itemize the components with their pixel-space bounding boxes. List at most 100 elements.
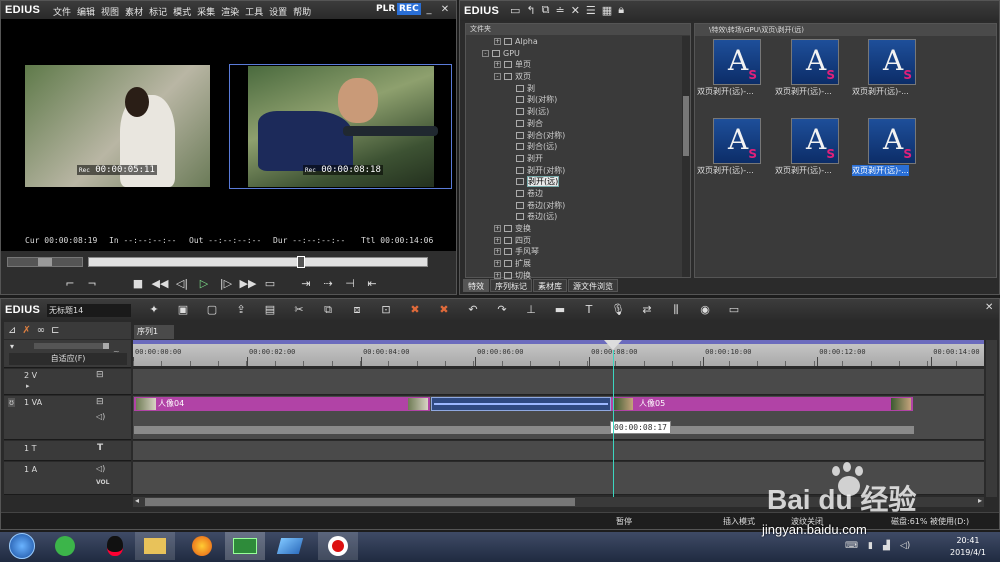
tree-item[interactable]: 剥合 <box>466 118 681 130</box>
effect-thumb-label[interactable]: 双页剥开(远)-... <box>852 165 909 176</box>
view-icon[interactable]: ▭ <box>726 302 742 318</box>
tree-item[interactable]: 卷边(对称) <box>466 200 681 212</box>
menu-item-0[interactable]: 文件 <box>53 8 71 18</box>
audio-mixer-icon[interactable]: ⫼ <box>668 302 684 318</box>
insert-icon[interactable]: ⇥ <box>297 275 315 291</box>
minimize-button[interactable]: _ <box>422 2 436 16</box>
effect-thumb[interactable]: AS <box>868 118 916 164</box>
track-head-1va[interactable]: ʊ 1 VA ⊟ ◁) <box>4 396 131 440</box>
marker-icon[interactable]: ▬ <box>552 302 568 318</box>
tree-item[interactable]: 剥 <box>466 83 681 95</box>
track-tool-2-icon[interactable]: ✗ <box>22 325 30 336</box>
sync-icon[interactable]: ⊏ <box>51 325 59 336</box>
lock-icon[interactable]: 🔒︎ <box>618 3 624 17</box>
timeline-scrollbar[interactable]: ◂ ▸ <box>133 496 984 507</box>
tree-item[interactable]: + 四页 <box>466 235 681 247</box>
audio-clip-bar[interactable] <box>134 426 914 434</box>
menu-item-1[interactable]: 编辑 <box>77 8 95 18</box>
effect-thumb-label[interactable]: 双页剥开(远)-... <box>697 165 754 176</box>
folder-icon[interactable]: ▭ <box>510 3 520 17</box>
track-tool-1-icon[interactable]: ⊿ <box>8 325 16 336</box>
trim-icon[interactable]: ⊣ <box>341 275 359 291</box>
delete-icon[interactable]: ✖ <box>407 302 423 318</box>
menu-item-6[interactable]: 采集 <box>197 8 215 18</box>
view-icon[interactable]: ▦ <box>602 3 612 17</box>
properties-icon[interactable]: ☰ <box>586 3 596 17</box>
split-icon[interactable]: ⊥ <box>523 302 539 318</box>
track-1t[interactable] <box>133 441 984 461</box>
tree-item[interactable]: + 变换 <box>466 223 681 235</box>
taskbar-recorder[interactable] <box>318 532 358 560</box>
export-icon[interactable]: ⇤ <box>363 275 381 291</box>
taskbar-explorer[interactable] <box>135 532 175 560</box>
menu-item-3[interactable]: 素材 <box>125 8 143 18</box>
tray-battery-icon[interactable]: ▮ <box>868 541 873 551</box>
track-2v[interactable] <box>133 369 984 395</box>
effect-thumb[interactable]: AS <box>868 39 916 85</box>
menu-item-9[interactable]: 设置 <box>269 8 287 18</box>
timeline-vscrollbar[interactable] <box>986 340 997 497</box>
expand-icon[interactable]: + <box>494 271 501 279</box>
timeline-ruler[interactable]: 00:00:00:00 00:00:02:00 00:00:04:00 00:00:0… <box>133 340 984 366</box>
mic-icon[interactable]: 🎙︎ <box>610 302 626 318</box>
copy-icon[interactable]: ⧉ <box>542 3 550 17</box>
new-icon[interactable]: ▢ <box>204 302 220 318</box>
tree-item[interactable]: + Alpha <box>466 36 681 48</box>
open-icon[interactable]: ⇪ <box>233 302 249 318</box>
overwrite-icon[interactable]: ⇢ <box>319 275 337 291</box>
scrub-bar[interactable] <box>88 256 428 268</box>
source-preview[interactable]: Rec 00:00:05:11 <box>25 65 210 187</box>
taskbar-edius[interactable] <box>225 532 265 560</box>
track-1va-icon[interactable]: ⊟ <box>96 397 104 407</box>
stop-icon[interactable]: ■ <box>129 275 147 291</box>
lock-track-icon[interactable]: ▾ <box>10 342 14 351</box>
track-1va-sync-icon[interactable]: ʊ <box>8 398 15 407</box>
tree-item[interactable]: + 单页 <box>466 59 681 71</box>
playhead-marker[interactable] <box>604 340 622 350</box>
effect-thumb-label[interactable]: 双页剥开(远)-... <box>852 86 909 97</box>
start-button[interactable] <box>2 532 42 560</box>
copy-icon[interactable]: ⧉ <box>320 302 336 318</box>
rewind-icon[interactable]: ◀◀ <box>151 275 169 291</box>
effect-thumb[interactable]: AS <box>791 39 839 85</box>
step-back-icon[interactable]: ◁| <box>173 275 191 291</box>
track-1va[interactable]: 人像04 人像05 <box>133 396 984 440</box>
paste-icon[interactable]: ⧈ <box>349 302 365 318</box>
menu-item-10[interactable]: 帮助 <box>293 8 311 18</box>
expand-icon[interactable]: + <box>494 38 501 45</box>
rec-button[interactable]: REC <box>397 3 421 15</box>
menu-item-4[interactable]: 标记 <box>149 8 167 18</box>
ripple-delete-icon[interactable]: ✖ <box>436 302 452 318</box>
separator-icon[interactable]: ≐ <box>555 3 564 17</box>
track-head-2v[interactable]: 2 V ⊟ ▸ <box>4 369 131 395</box>
taskbar-app-5[interactable] <box>270 532 310 560</box>
clip-portrait-05[interactable]: 人像05 <box>611 397 913 411</box>
track-1a-speaker-icon[interactable]: ◁) <box>96 464 105 473</box>
collapse-icon[interactable]: - <box>494 73 501 81</box>
record-preview[interactable]: Rec 00:00:08:18 <box>229 64 452 189</box>
effects-tab[interactable]: 源文件浏览 <box>568 279 618 292</box>
effects-tab[interactable]: 特效 <box>463 279 489 292</box>
menu-item-5[interactable]: 模式 <box>173 8 191 18</box>
track-2v-icon[interactable]: ⊟ <box>96 370 104 380</box>
tree-item[interactable]: + 扩展 <box>466 258 681 270</box>
link-icon[interactable]: ∞ <box>37 325 45 336</box>
menu-item-2[interactable]: 视图 <box>101 8 119 18</box>
tree-item[interactable]: 卷边(远) <box>466 211 681 223</box>
taskbar-firefox[interactable] <box>182 532 222 560</box>
mixer-icon[interactable]: ✦ <box>146 302 162 318</box>
tree-item[interactable]: 剥(对称) <box>466 94 681 106</box>
menu-item-7[interactable]: 渲染 <box>221 8 239 18</box>
track-head-1a[interactable]: 1 A ◁) VOL <box>4 462 131 495</box>
set-in-icon[interactable]: ⌐ <box>61 275 79 291</box>
timeline-scroll-thumb[interactable] <box>145 498 575 506</box>
tree-item[interactable]: + 手风琴 <box>466 246 681 258</box>
tray-keyboard-icon[interactable]: ⌨ <box>845 541 858 551</box>
sync-icon[interactable]: ⇄ <box>639 302 655 318</box>
timeline-close-button[interactable]: ✕ <box>985 302 993 313</box>
collapse-icon[interactable]: - <box>482 49 489 57</box>
menu-item-8[interactable]: 工具 <box>245 8 263 18</box>
delete-icon[interactable]: ✕ <box>571 3 580 17</box>
loop-icon[interactable]: ▭ <box>261 275 279 291</box>
replace-icon[interactable]: ⊡ <box>378 302 394 318</box>
